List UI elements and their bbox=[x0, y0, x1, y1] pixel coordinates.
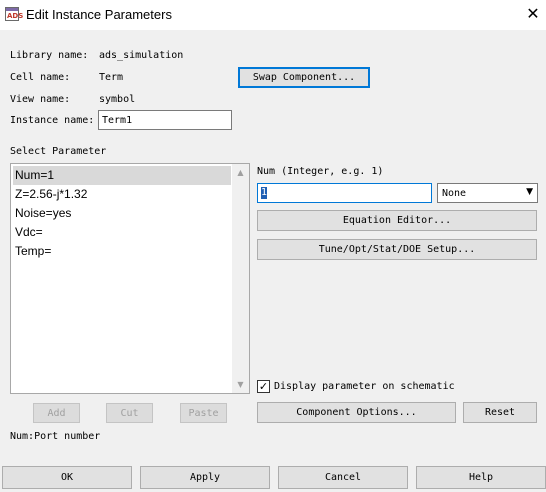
instance-name-text: Term1 bbox=[102, 114, 133, 126]
view-name-label: View name: bbox=[10, 94, 71, 105]
app-icon-glyph: ADS bbox=[7, 12, 24, 20]
scroll-up-icon[interactable]: ▲ bbox=[232, 164, 249, 181]
scroll-down-icon[interactable]: ▼ bbox=[232, 376, 249, 393]
cell-name-label: Cell name: bbox=[10, 72, 71, 83]
chevron-down-icon: ▼ bbox=[526, 187, 533, 197]
status-text: Num:Port number bbox=[10, 431, 101, 442]
reset-button[interactable]: Reset bbox=[463, 402, 537, 423]
add-button[interactable]: Add bbox=[33, 403, 80, 423]
library-name-label: Library name: bbox=[10, 50, 89, 61]
list-item[interactable]: Num=1 bbox=[13, 166, 231, 185]
list-item[interactable]: Noise=yes bbox=[13, 204, 231, 223]
tune-setup-button[interactable]: Tune/Opt/Stat/DOE Setup... bbox=[257, 239, 537, 260]
cancel-button[interactable]: Cancel bbox=[278, 466, 408, 489]
unit-select[interactable]: None ▼ bbox=[437, 183, 538, 203]
cut-button[interactable]: Cut bbox=[106, 403, 153, 423]
instance-name-field[interactable]: Term1 bbox=[98, 110, 232, 130]
display-parameter-label: Display parameter on schematic bbox=[274, 381, 455, 392]
swap-component-button[interactable]: Swap Component... bbox=[238, 67, 370, 88]
unit-select-value: None bbox=[442, 187, 467, 199]
equation-editor-button[interactable]: Equation Editor... bbox=[257, 210, 537, 231]
parameter-list[interactable]: Num=1 Z=2.56-j*1.32 Noise=yes Vdc= Temp=… bbox=[10, 163, 250, 394]
close-icon[interactable]: ✕ bbox=[522, 3, 544, 25]
parameter-value-field[interactable]: 1 bbox=[257, 183, 432, 203]
view-name-value: symbol bbox=[99, 94, 136, 105]
library-name-value: ads_simulation bbox=[99, 50, 184, 61]
parameter-type-label: Num (Integer, e.g. 1) bbox=[257, 166, 384, 177]
display-parameter-checkbox[interactable]: ✓ bbox=[257, 380, 270, 393]
cell-name-value: Term bbox=[99, 72, 124, 83]
help-button[interactable]: Help bbox=[416, 466, 546, 489]
app-icon-bar bbox=[6, 8, 18, 11]
ok-button[interactable]: OK bbox=[2, 466, 132, 489]
title-bar: ADS Edit Instance Parameters ✕ bbox=[0, 0, 546, 30]
parameter-value-text: 1 bbox=[261, 187, 268, 199]
paste-button[interactable]: Paste bbox=[180, 403, 227, 423]
apply-button[interactable]: Apply bbox=[140, 466, 270, 489]
list-item[interactable]: Z=2.56-j*1.32 bbox=[13, 185, 231, 204]
list-item[interactable]: Temp= bbox=[13, 242, 231, 261]
list-scrollbar[interactable]: ▲ ▼ bbox=[232, 164, 249, 393]
select-parameter-label: Select Parameter bbox=[10, 146, 107, 157]
check-icon: ✓ bbox=[258, 380, 269, 393]
window-title: Edit Instance Parameters bbox=[26, 7, 172, 22]
instance-name-label: Instance name: bbox=[10, 115, 95, 126]
list-item[interactable]: Vdc= bbox=[13, 223, 231, 242]
app-icon: ADS bbox=[5, 7, 23, 21]
component-options-button[interactable]: Component Options... bbox=[257, 402, 456, 423]
